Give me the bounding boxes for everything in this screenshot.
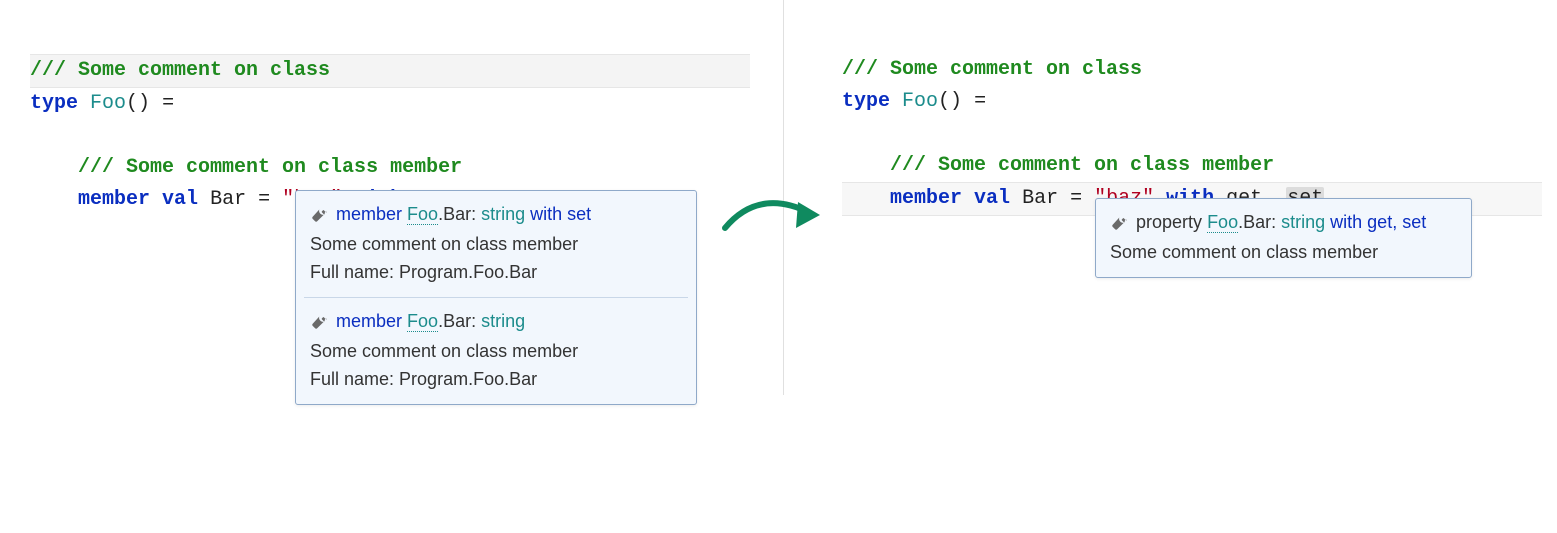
- sig-tail: with set: [525, 204, 591, 224]
- ident-bar: Bar: [210, 188, 246, 211]
- keyword-member: member: [78, 188, 150, 211]
- tooltip-section: property Foo.Bar: string with get, set S…: [1096, 199, 1471, 277]
- quickinfo-tooltip-right: property Foo.Bar: string with get, set S…: [1095, 198, 1472, 278]
- sig-type: Foo: [1207, 212, 1238, 233]
- sig-return-type: string: [481, 311, 525, 331]
- tooltip-section: member Foo.Bar: string with set Some com…: [296, 191, 696, 297]
- signature-fullname: Full name: Program.Foo.Bar: [310, 259, 682, 285]
- tooltip-section: member Foo.Bar: string Some comment on c…: [296, 298, 696, 404]
- signature-text: member Foo.Bar: string with set: [336, 201, 682, 227]
- doc-comment-member: /// Some comment on class member: [890, 154, 1274, 177]
- parens: (): [938, 90, 962, 113]
- keyword-type: type: [30, 92, 78, 115]
- sig-member: Bar: [443, 204, 471, 224]
- fullname-label: Full name:: [310, 262, 399, 282]
- signature-fullname: Full name: Program.Foo.Bar: [310, 366, 682, 392]
- sig-member: Bar: [443, 311, 471, 331]
- sig-return-type: string: [481, 204, 525, 224]
- signature-text: property Foo.Bar: string with get, set: [1136, 209, 1457, 235]
- type-name: Foo: [902, 90, 938, 113]
- wrench-icon: [1110, 213, 1128, 231]
- doc-comment: /// Some comment on class: [842, 58, 1142, 81]
- assign: =: [1058, 187, 1094, 210]
- sig-keyword: member: [336, 311, 402, 331]
- signature-row: member Foo.Bar: string: [310, 308, 682, 334]
- assign: =: [246, 188, 282, 211]
- wrench-icon: [310, 205, 328, 223]
- fullname-value: Program.Foo.Bar: [399, 369, 537, 389]
- fullname-label: Full name:: [310, 369, 399, 389]
- doc-comment: /// Some comment on class: [30, 59, 330, 82]
- sig-colon: :: [471, 204, 481, 224]
- quickinfo-tooltip-left: member Foo.Bar: string with set Some com…: [295, 190, 697, 405]
- sig-tail: with get, set: [1325, 212, 1426, 232]
- signature-row: property Foo.Bar: string with get, set: [1110, 209, 1457, 235]
- keyword-member: member: [890, 187, 962, 210]
- sig-return-type: string: [1281, 212, 1325, 232]
- type-name: Foo: [90, 92, 126, 115]
- signature-row: member Foo.Bar: string with set: [310, 201, 682, 227]
- sig-colon: :: [1271, 212, 1281, 232]
- fullname-value: Program.Foo.Bar: [399, 262, 537, 282]
- ident-bar: Bar: [1022, 187, 1058, 210]
- equals: =: [150, 92, 186, 115]
- doc-comment-member: /// Some comment on class member: [78, 156, 462, 179]
- signature-description: Some comment on class member: [1110, 239, 1457, 265]
- sig-member: Bar: [1243, 212, 1271, 232]
- sig-colon: :: [471, 311, 481, 331]
- arrow-icon: [720, 188, 830, 248]
- sig-type: Foo: [407, 311, 438, 332]
- sig-keyword: property: [1136, 212, 1202, 232]
- keyword-val: val: [162, 188, 198, 211]
- parens: (): [126, 92, 150, 115]
- sig-keyword: member: [336, 204, 402, 224]
- equals: =: [962, 90, 998, 113]
- sig-type: Foo: [407, 204, 438, 225]
- signature-description: Some comment on class member: [310, 231, 682, 257]
- wrench-icon: [310, 312, 328, 330]
- keyword-type: type: [842, 90, 890, 113]
- signature-description: Some comment on class member: [310, 338, 682, 364]
- signature-text: member Foo.Bar: string: [336, 308, 682, 334]
- keyword-val: val: [974, 187, 1010, 210]
